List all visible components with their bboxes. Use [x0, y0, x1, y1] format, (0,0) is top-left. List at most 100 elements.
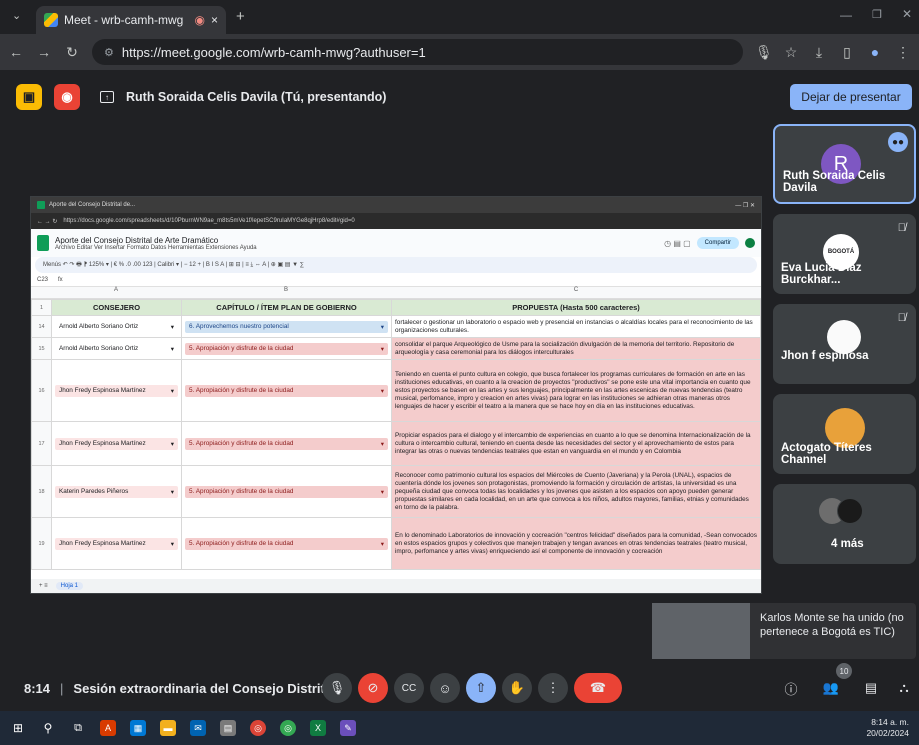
task-view-icon[interactable]: ⧉	[70, 720, 86, 736]
sheet-tab: Hoja 1	[55, 582, 84, 590]
chrome-profile-icon[interactable]: ◎	[280, 720, 296, 736]
mail-app-icon[interactable]: ✉	[190, 720, 206, 736]
download-icon[interactable]: ⤓	[811, 44, 827, 61]
pdf-app-icon[interactable]: A	[100, 720, 116, 736]
row-number: 15	[31, 337, 52, 360]
participant-tile-self[interactable]: R ●● Ruth Soraida Celis Davila	[773, 124, 916, 204]
sheet-title: Aporte del Consejo Distrital de Arte Dra…	[55, 235, 219, 245]
microphone-permission-icon[interactable]: 🎙	[755, 44, 773, 61]
tab-search-icon[interactable]: ⌄	[12, 9, 21, 22]
participant-tile-more[interactable]: 4 más	[773, 484, 916, 564]
browser-menu-icon[interactable]: ⋮	[895, 44, 911, 61]
raise-hand-button[interactable]: ✋	[502, 673, 532, 703]
tab-close-icon[interactable]: ×	[211, 13, 218, 27]
sheets-logo-icon	[37, 235, 49, 251]
presenting-bar: ▣ ◉ ↑ Ruth Soraida Celis Davila (Tú, pre…	[0, 80, 919, 114]
shared-window-addressbar: ← → ↻ https://docs.google.com/spreadshee…	[31, 213, 761, 229]
side-panel-icon[interactable]: ▯	[839, 44, 855, 61]
present-now-button[interactable]: ⇧	[466, 673, 496, 703]
sheets-favicon-icon	[37, 201, 45, 209]
chat-icon[interactable]: ▤	[856, 673, 886, 703]
camera-off-icon[interactable]: ▣	[16, 84, 42, 110]
browser-tab-meet[interactable]: Meet - wrb-camh-mwg ◉ ×	[36, 6, 226, 34]
present-screen-icon: ↑	[100, 91, 114, 103]
shared-tab-title: Aporte del Consejo Distrital de...	[49, 202, 136, 208]
microphone-button[interactable]: 🎙	[322, 673, 352, 703]
more-options-button[interactable]: ⋮	[538, 673, 568, 703]
dropdown-icon: ▾	[380, 323, 384, 331]
propuesta-cell: Propiciar espacios para el dialogo y el …	[391, 421, 761, 466]
recording-icon: ◉	[194, 13, 205, 27]
capitulo-value: 5. Apropiación y disfrute de la ciudad	[189, 487, 294, 495]
sheet-user-avatar	[745, 238, 755, 248]
system-clock[interactable]: 8:14 a. m. 20/02/2024	[866, 717, 909, 739]
propuesta-cell: Teniendo en cuenta el punto cultura en c…	[391, 359, 761, 422]
windows-start-icon[interactable]: ⊞	[10, 720, 26, 736]
paint-app-icon[interactable]: ✎	[340, 720, 356, 736]
join-notification: Karlos Monte se ha unido (no pertenece a…	[652, 603, 916, 659]
participant-tile[interactable]: 🎙̸ Jhon f espinosa	[773, 304, 916, 384]
consejero-value: Arnold Alberto Soriano Ortiz	[59, 344, 139, 352]
calculator-icon[interactable]: ▤	[220, 720, 236, 736]
meeting-title: Sesión extraordinaria del Consejo Distri…	[73, 680, 351, 696]
propuesta-cell: En lo denominado Laboratorios de innovac…	[391, 517, 761, 570]
camera-off-button[interactable]: ⊘	[358, 673, 388, 703]
cell-reference: C23	[37, 276, 49, 283]
capitulo-value: 5. Apropiación y disfrute de la ciudad	[189, 439, 294, 447]
more-participants-label: 4 más	[831, 538, 864, 550]
captions-button[interactable]: CC	[394, 673, 424, 703]
propuesta-cell: fortalecer o gestionar un laboratorio o …	[391, 315, 761, 338]
emoji-button[interactable]: ☺	[430, 673, 460, 703]
excel-icon[interactable]: X	[310, 720, 326, 736]
store-app-icon[interactable]: ▦	[130, 720, 146, 736]
site-info-icon[interactable]: ⚙	[104, 46, 114, 59]
capitulo-value: 5. Apropiación y disfrute de la ciudad	[189, 539, 294, 547]
reload-icon[interactable]: ↻	[64, 44, 80, 61]
record-icon[interactable]: ◉	[54, 84, 80, 110]
table-row: 16 Jhon Fredy Espinosa Martínez ▾ 5. Apro…	[31, 359, 761, 422]
muted-mic-icon: 🎙̸	[897, 222, 906, 234]
window-minimize-icon[interactable]: —	[840, 8, 852, 22]
dropdown-icon: ▾	[170, 387, 174, 395]
leave-call-button[interactable]: ☎	[574, 673, 622, 703]
dropdown-icon: ▾	[380, 440, 384, 448]
col-letter-b: B	[283, 287, 288, 293]
profile-avatar-icon[interactable]: ●	[867, 44, 883, 60]
url-field[interactable]: ⚙ https://meet.google.com/wrb-camh-mwg?a…	[92, 39, 743, 65]
shared-window-titlebar: Aporte del Consejo Distrital de... — ❐ ✕	[31, 197, 761, 213]
dropdown-icon: ▾	[380, 488, 384, 496]
stop-presenting-button[interactable]: Dejar de presentar	[790, 84, 912, 110]
dropdown-icon: ▾	[170, 488, 174, 496]
propuesta-cell: consolidar el parque Arqueológico de Usm…	[391, 337, 761, 360]
consejero-cell: Arnold Alberto Soriano Ortiz ▾	[51, 315, 182, 338]
row-number: 14	[31, 315, 52, 338]
separator: |	[60, 680, 64, 696]
capitulo-cell: 5. Apropiación y disfrute de la ciudad ▾	[181, 517, 392, 570]
formula-bar: C23 fx	[31, 273, 761, 287]
chrome-icon[interactable]: ◎	[250, 720, 266, 736]
bookmark-star-icon[interactable]: ☆	[783, 44, 799, 61]
dropdown-icon: ▾	[380, 540, 384, 548]
back-icon[interactable]: ←	[8, 44, 24, 60]
meeting-info-icon[interactable]: ⓘ	[776, 673, 806, 703]
participant-name: Actogato Títeres Channel	[781, 442, 872, 466]
search-icon[interactable]: ⚲	[40, 720, 56, 736]
avatar	[837, 498, 863, 524]
consejero-cell: Jhon Fredy Espinosa Martínez ▾	[51, 421, 182, 466]
participant-tile[interactable]: 🎙̸ BOGOTÁ Eva Lucia Diaz Burckhar...	[773, 214, 916, 294]
forward-icon[interactable]: →	[36, 44, 52, 60]
file-explorer-icon[interactable]: ▬	[160, 720, 176, 736]
new-tab-icon[interactable]: +	[236, 8, 245, 25]
fx-icon: fx	[58, 276, 63, 283]
window-restore-icon[interactable]: ❐	[872, 8, 882, 21]
notification-thumbnail	[652, 603, 750, 659]
table-row: 15 Arnold Alberto Soriano Ortiz ▾ 5. Apro…	[31, 337, 761, 360]
activities-icon[interactable]: ⛬	[892, 673, 916, 703]
sheet-header: Aporte del Consejo Distrital de Arte Dra…	[31, 229, 761, 257]
propuesta-cell: Reconocer como patrimonio cultural los e…	[391, 465, 761, 518]
participant-tile[interactable]: Actogato Títeres Channel	[773, 394, 916, 474]
shared-screen-spreadsheet: Aporte del Consejo Distrital de... — ❐ ✕…	[30, 196, 762, 594]
dropdown-icon: ▾	[380, 345, 384, 353]
header-propuesta: PROPUESTA (Hasta 500 caracteres)	[391, 299, 761, 316]
window-close-icon[interactable]: ✕	[902, 7, 912, 21]
